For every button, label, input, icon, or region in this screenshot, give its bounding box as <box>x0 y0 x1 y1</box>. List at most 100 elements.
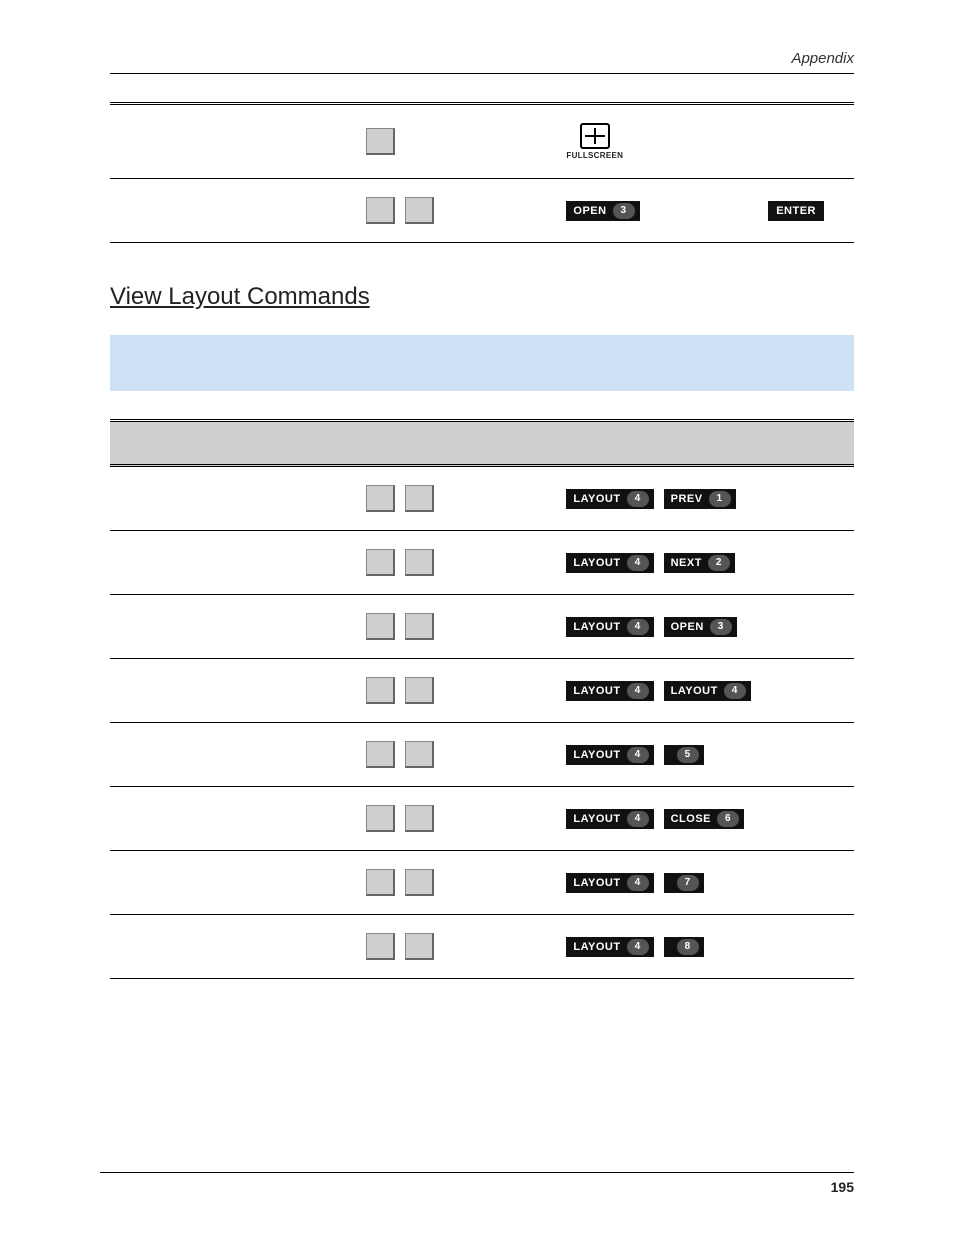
remote-key-number: 4 <box>627 939 649 955</box>
remote-key: CLOSE6 <box>664 809 744 829</box>
remote-cell: LAYOUT4 7 <box>556 851 854 915</box>
keycap-icon <box>405 549 434 576</box>
remote-cell: LAYOUT4 PREV1 <box>556 466 854 531</box>
section-title: View Layout Commands <box>110 283 854 311</box>
keycap-icon <box>405 741 434 768</box>
fullscreen-icon-label: FULLSCREEN <box>566 151 623 160</box>
keycap-icon <box>366 197 395 224</box>
remote-key-number: 4 <box>724 683 746 699</box>
cmd-cell <box>110 915 356 979</box>
keyboard-cell <box>356 104 557 179</box>
remote-key: LAYOUT4 <box>566 553 653 573</box>
remote-key: LAYOUT4 <box>566 873 653 893</box>
table-header-row <box>110 421 854 466</box>
keycap-icon <box>366 933 395 960</box>
keycap-icon <box>366 549 395 576</box>
keycap-icon <box>366 869 395 896</box>
remote-key-number: 4 <box>627 491 649 507</box>
remote-cell: LAYOUT4 LAYOUT4 <box>556 659 854 723</box>
table-row: OPEN3ENTER <box>110 179 854 243</box>
page-footer: 195 <box>100 1172 854 1195</box>
remote-cell: FULLSCREEN <box>556 104 854 179</box>
remote-key: 8 <box>664 937 704 957</box>
remote-key-number: 1 <box>709 491 731 507</box>
keyboard-cell <box>356 787 557 851</box>
cmd-cell <box>110 466 356 531</box>
remote-key: OPEN3 <box>566 201 639 221</box>
keycap-icon <box>366 128 395 155</box>
remote-key-number: 3 <box>613 203 635 219</box>
remote-key: LAYOUT4 <box>566 617 653 637</box>
remote-key: OPEN3 <box>664 617 737 637</box>
remote-key: LAYOUT4 <box>664 681 751 701</box>
remote-key-number: 6 <box>717 811 739 827</box>
keycap-icon <box>405 805 434 832</box>
keycap-icon <box>366 613 395 640</box>
remote-cell: LAYOUT4 CLOSE6 <box>556 787 854 851</box>
keycap-icon <box>366 677 395 704</box>
cmd-cell <box>110 723 356 787</box>
remote-key: LAYOUT4 <box>566 745 653 765</box>
remote-key: 5 <box>664 745 704 765</box>
cmd-cell <box>110 104 356 179</box>
col-header-1 <box>110 421 356 466</box>
table-row: LAYOUT4NEXT2 <box>110 531 854 595</box>
keycap-icon <box>405 869 434 896</box>
keycap-icon <box>405 613 434 640</box>
remote-key-number: 2 <box>708 555 730 571</box>
remote-cell: OPEN3ENTER <box>556 179 854 243</box>
col-header-2 <box>356 421 557 466</box>
remote-cell: LAYOUT4 OPEN3 <box>556 595 854 659</box>
keyboard-cell <box>356 723 557 787</box>
remote-key-number: 8 <box>677 939 699 955</box>
remote-key-number: 4 <box>627 555 649 571</box>
table-row: LAYOUT4 LAYOUT4 <box>110 659 854 723</box>
table-row: LAYOUT4 PREV1 <box>110 466 854 531</box>
remote-cell: LAYOUT4NEXT2 <box>556 531 854 595</box>
remote-key: LAYOUT4 <box>566 489 653 509</box>
cmd-cell <box>110 531 356 595</box>
remote-key-number: 3 <box>710 619 732 635</box>
page-number: 195 <box>831 1179 854 1195</box>
keycap-icon <box>366 485 395 512</box>
remote-key: LAYOUT4 <box>566 809 653 829</box>
cmd-cell <box>110 595 356 659</box>
remote-key: LAYOUT4 <box>566 937 653 957</box>
remote-key: 7 <box>664 873 704 893</box>
keycap-icon <box>366 741 395 768</box>
remote-key: PREV1 <box>664 489 736 509</box>
cmd-cell <box>110 659 356 723</box>
layout-table: LAYOUT4PREV1LAYOUT4NEXT2LAYOUT4OPEN3LAYO… <box>110 419 854 979</box>
top-table: FULLSCREEN OPEN3ENTER <box>110 102 854 243</box>
keycap-icon <box>405 485 434 512</box>
remote-key-number: 4 <box>627 811 649 827</box>
col-header-3 <box>556 421 854 466</box>
running-header: Appendix <box>110 50 854 74</box>
table-row: LAYOUT4 7 <box>110 851 854 915</box>
remote-key-number: 4 <box>627 747 649 763</box>
table-row: LAYOUT4 5 <box>110 723 854 787</box>
page: Appendix FULLSCREEN OPEN3ENTER View Layou… <box>0 0 954 1235</box>
cmd-cell <box>110 851 356 915</box>
fullscreen-icon: FULLSCREEN <box>566 123 623 160</box>
table-row: FULLSCREEN <box>110 104 854 179</box>
keycap-icon <box>405 933 434 960</box>
keyboard-cell <box>356 531 557 595</box>
cmd-cell <box>110 787 356 851</box>
table-row: LAYOUT4 OPEN3 <box>110 595 854 659</box>
remote-key-number: 4 <box>627 683 649 699</box>
keyboard-cell <box>356 179 557 243</box>
cmd-cell <box>110 179 356 243</box>
keyboard-cell <box>356 851 557 915</box>
keyboard-cell <box>356 595 557 659</box>
remote-key: LAYOUT4 <box>566 681 653 701</box>
keyboard-cell <box>356 466 557 531</box>
table-row: LAYOUT4 CLOSE6 <box>110 787 854 851</box>
remote-key-number: 4 <box>627 619 649 635</box>
highlight-bar <box>110 335 854 391</box>
keycap-icon <box>366 805 395 832</box>
remote-cell: LAYOUT4 8 <box>556 915 854 979</box>
table-row: LAYOUT4 8 <box>110 915 854 979</box>
keycap-icon <box>405 677 434 704</box>
keycap-icon <box>405 197 434 224</box>
